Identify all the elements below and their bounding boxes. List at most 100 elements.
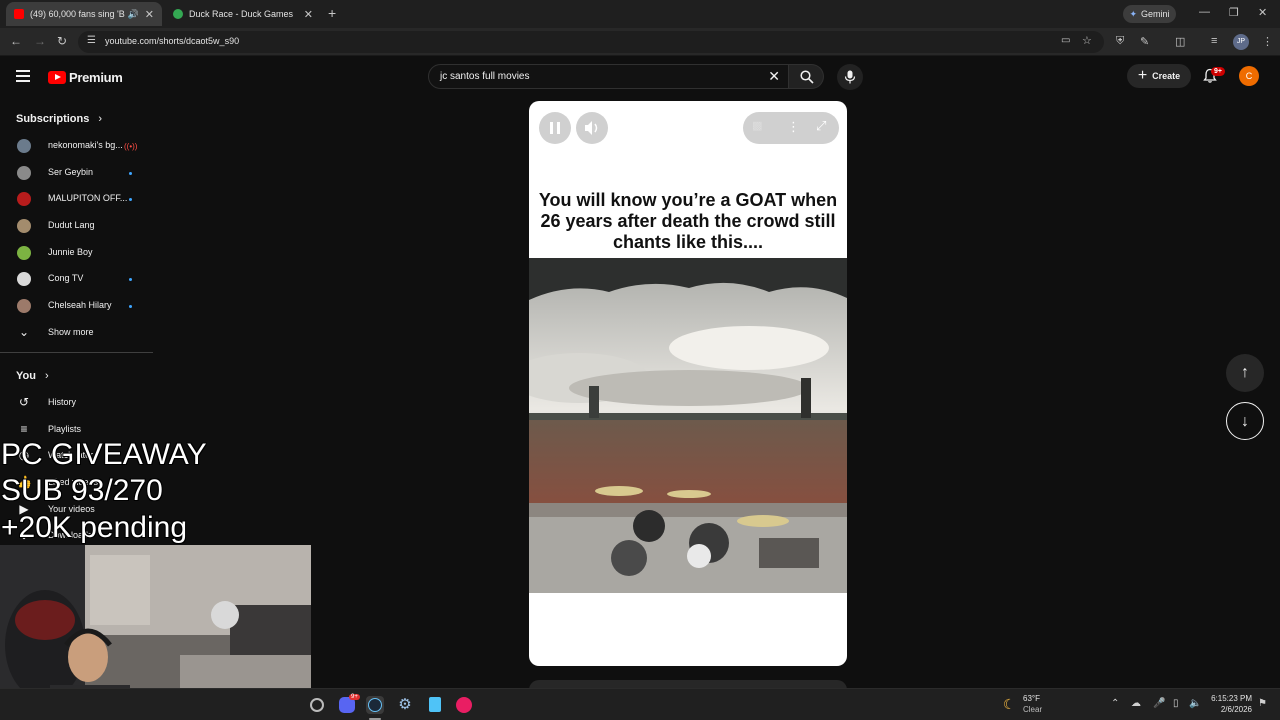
sidebar-item-junnie-boy[interactable]: Junnie Boy — [0, 240, 153, 266]
search-query: jc santos full movies — [440, 71, 530, 82]
site-info-icon[interactable]: ☰ — [87, 35, 96, 46]
channel-avatar — [17, 246, 31, 260]
duck-games-favicon-icon — [173, 9, 183, 19]
clock-date: 2/6/2026 — [1220, 705, 1252, 714]
chevron-right-icon: › — [98, 113, 103, 125]
onedrive-icon[interactable]: ☁ — [1131, 698, 1141, 709]
profile-avatar[interactable]: JP — [1233, 34, 1249, 50]
sidebar-item-dudut-lang[interactable]: Dudut Lang — [0, 213, 153, 239]
youtube-favicon-icon — [14, 9, 24, 19]
create-button[interactable]: + Create — [1127, 64, 1191, 88]
search-button[interactable] — [789, 64, 824, 89]
taskbar-media-player[interactable] — [455, 696, 473, 714]
notification-center-icon[interactable]: ⚑ — [1258, 698, 1267, 709]
address-bar[interactable]: ☰ youtube.com/shorts/dcaot5w_s90 ▭ ☆ — [78, 31, 1104, 53]
youtube-header: Premium jc santos full movies ✕ + Create — [0, 56, 1280, 100]
clear-search-icon[interactable]: ✕ — [768, 68, 780, 85]
sidebar-divider — [0, 352, 153, 353]
reload-icon[interactable]: ↻ — [57, 34, 67, 48]
new-tab-icon[interactable]: + — [328, 6, 336, 20]
screen: { "browser": { "tabs": [ {"title": "(49)… — [0, 0, 1280, 720]
giveaway-overlay-line-3: +20K pending — [1, 511, 188, 544]
steam-icon — [368, 698, 382, 712]
forward-icon[interactable]: → — [34, 34, 46, 48]
search-input[interactable]: jc santos full movies ✕ — [428, 64, 789, 89]
taskbar-steam[interactable] — [366, 696, 384, 714]
voice-search-button[interactable] — [837, 64, 863, 90]
new-content-dot — [129, 198, 132, 201]
you-heading[interactable]: You › — [16, 370, 49, 382]
microphone-tray-icon[interactable]: 🎤 — [1153, 698, 1165, 709]
account-avatar[interactable]: C — [1239, 66, 1259, 86]
new-content-dot — [129, 278, 132, 281]
captions-icon[interactable]: ▩ — [752, 119, 762, 132]
chevron-down-icon: ⌄ — [18, 325, 30, 339]
system-clock[interactable]: 6:15:23 PM 2/6/2026 — [1208, 693, 1252, 715]
tab-youtube-short[interactable]: (49) 60,000 fans sing 'Bohemian Rhapsody… — [6, 2, 162, 26]
shorts-player[interactable]: ▩ ⋮ ⤢ You will know you’re a GOAT when 2… — [529, 101, 847, 666]
hamburger-menu-icon[interactable] — [16, 70, 30, 82]
close-window-icon[interactable]: ✕ — [1258, 6, 1267, 19]
subscriptions-heading[interactable]: Subscriptions › — [16, 113, 102, 125]
media-play-icon — [456, 697, 472, 713]
minimize-icon[interactable]: — — [1199, 6, 1210, 18]
channel-avatar — [17, 219, 31, 233]
extensions-icon[interactable]: ✎ — [1140, 35, 1149, 48]
reading-list-icon[interactable]: ≡ — [1211, 35, 1217, 47]
arrow-up-icon: ↑ — [1241, 364, 1249, 381]
channel-avatar — [17, 166, 31, 180]
channel-avatar — [17, 272, 31, 286]
gemini-label: Gemini — [1141, 9, 1170, 19]
channel-avatar — [17, 192, 31, 206]
browser-menu-icon[interactable]: ⋮ — [1262, 35, 1273, 48]
weather-temperature[interactable]: 63°F — [1023, 694, 1040, 703]
channel-name: Cong TV — [48, 273, 84, 283]
install-app-icon[interactable]: ▭ — [1061, 35, 1070, 46]
taskbar-notepad[interactable] — [426, 696, 444, 714]
youtube-premium-logo[interactable]: Premium — [48, 70, 123, 85]
restore-icon[interactable]: ❐ — [1229, 6, 1239, 19]
taskbar-settings[interactable]: ⚙ — [396, 696, 414, 714]
speaker-icon[interactable]: 🔊 — [128, 9, 139, 20]
url-text: youtube.com/shorts/dcaot5w_s90 — [105, 36, 240, 46]
volume-tray-icon[interactable]: 🔈 — [1189, 698, 1201, 709]
browser-toolbar: ← → ↻ ☰ youtube.com/shorts/dcaot5w_s90 ▭… — [0, 28, 1280, 56]
new-content-dot — [129, 172, 132, 175]
sidebar-item-cong-tv[interactable]: Cong TV — [0, 266, 153, 292]
back-icon[interactable]: ← — [10, 34, 22, 48]
side-panel-icon[interactable]: ◫ — [1175, 35, 1185, 48]
previous-short-button[interactable]: ↑ — [1226, 354, 1264, 392]
pause-button[interactable] — [539, 112, 571, 144]
chevron-right-icon: › — [45, 370, 49, 382]
taskbar-app-1[interactable] — [308, 696, 326, 714]
sidebar-item-malupiton[interactable]: MALUPITON OFF... — [0, 186, 153, 212]
channel-avatar — [17, 299, 31, 313]
show-hidden-icons-icon[interactable]: ⌃ — [1111, 698, 1119, 709]
show-more-button[interactable]: ⌄ Show more — [0, 319, 153, 345]
close-tab-icon[interactable]: ✕ — [304, 8, 313, 21]
sidebar-item-ser-geybin[interactable]: Ser Geybin — [0, 160, 153, 186]
subscriptions-title: Subscriptions — [16, 113, 90, 125]
sidebar-item-nekonomaki[interactable]: nekonomaki's bg... ((•)) — [0, 133, 153, 159]
bookmark-star-icon[interactable]: ☆ — [1082, 34, 1092, 47]
adblock-shield-icon[interactable]: ⛨ — [1116, 35, 1124, 48]
discord-badge: 9+ — [349, 694, 360, 700]
windows-taskbar: 9+ ⚙ ☾ — [0, 688, 1280, 720]
new-content-dot — [129, 305, 132, 308]
network-icon[interactable]: ▯ — [1173, 698, 1179, 709]
more-options-icon[interactable]: ⋮ — [787, 119, 800, 135]
tab-duck-race[interactable]: Duck Race - Duck Games ✕ — [165, 2, 321, 26]
tab-title: (49) 60,000 fans sing 'Bohemian Rhapsody… — [30, 9, 125, 19]
channel-avatar — [17, 139, 31, 153]
sidebar-item-history[interactable]: ↺ History — [0, 389, 153, 415]
you-item-label: History — [48, 397, 77, 407]
plus-icon: + — [1137, 67, 1148, 84]
channel-name: MALUPITON OFF... — [48, 193, 128, 203]
sidebar-item-chelseah-hilary[interactable]: Chelseah Hilary — [0, 293, 153, 319]
close-tab-icon[interactable]: ✕ — [145, 8, 154, 21]
fullscreen-icon[interactable]: ⤢ — [816, 118, 826, 134]
gemini-button[interactable]: ✦ Gemini — [1123, 5, 1176, 23]
arrow-down-icon: ↓ — [1241, 413, 1249, 430]
next-short-button[interactable]: ↓ — [1226, 402, 1264, 440]
mute-button[interactable] — [576, 112, 608, 144]
